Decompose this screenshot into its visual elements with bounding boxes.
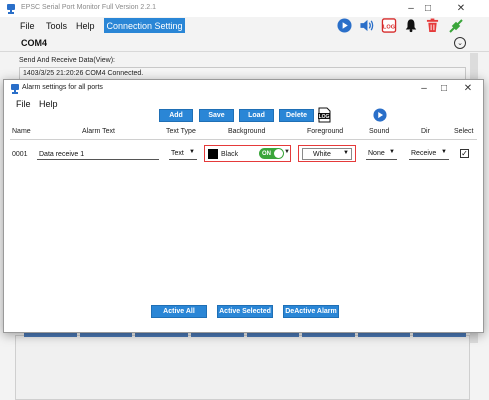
dialog-menu-help[interactable]: Help	[39, 99, 58, 109]
dialog-title-bar: Alarm settings for all ports – □ ✕	[4, 80, 483, 97]
header-divider	[10, 139, 477, 140]
speaker-icon[interactable]	[358, 17, 375, 34]
dialog-play-icon[interactable]	[373, 108, 387, 122]
deactive-alarm-button[interactable]: DeActive Alarm	[283, 305, 339, 318]
dialog-menu-file[interactable]: File	[16, 99, 31, 109]
sound-value: None	[368, 150, 385, 157]
alarm-bell-icon[interactable]	[402, 17, 419, 34]
log-icon[interactable]: LOG	[380, 17, 397, 34]
bottom-strip-button[interactable]	[79, 333, 133, 337]
dialog-close-button[interactable]: ✕	[460, 82, 476, 94]
active-all-button[interactable]: Active All	[151, 305, 207, 318]
alarm-settings-dialog: Alarm settings for all ports – □ ✕ File …	[3, 79, 484, 333]
menu-tools[interactable]: Tools	[46, 21, 67, 31]
bottom-strip-button[interactable]	[24, 333, 77, 337]
trash-icon[interactable]	[424, 17, 441, 34]
bottom-strip-button[interactable]	[357, 333, 411, 337]
log-icon-text: LOG	[382, 24, 395, 30]
background-dropdown-arrow-icon[interactable]: ▼	[284, 149, 290, 155]
save-button[interactable]: Save	[199, 109, 234, 122]
load-button[interactable]: Load	[239, 109, 274, 122]
bottom-strip-button[interactable]	[413, 333, 466, 337]
main-window-title: EPSC Serial Port Monitor Full Version 2.…	[21, 4, 157, 11]
minimize-button[interactable]: –	[403, 2, 419, 14]
background-color-value: Black	[221, 151, 239, 158]
toggle-label: ON	[262, 150, 271, 157]
menu-file[interactable]: File	[20, 21, 35, 31]
select-checkbox[interactable]: ✓	[460, 149, 469, 158]
main-title-bar: EPSC Serial Port Monitor Full Version 2.…	[0, 0, 489, 17]
toggle-knob	[274, 149, 283, 158]
com-header-row	[0, 34, 489, 52]
text-type-value: Text	[171, 150, 184, 157]
connection-plug-icon[interactable]	[447, 17, 464, 34]
dropdown-arrow-icon: ▼	[389, 149, 395, 155]
bottom-strip-button[interactable]	[135, 333, 188, 337]
bottom-strip-button[interactable]	[246, 333, 300, 337]
alarm-text-input[interactable]: Data receive 1	[37, 150, 159, 160]
dialog-title: Alarm settings for all ports	[22, 84, 103, 91]
background-toggle[interactable]: ON	[259, 148, 284, 159]
row-name: 0001	[12, 151, 28, 158]
sound-dropdown[interactable]: None ▼	[366, 148, 397, 160]
col-header-background: Background	[228, 128, 266, 135]
close-button[interactable]: ✕	[453, 2, 469, 14]
bottom-strip-button[interactable]	[302, 333, 355, 337]
dialog-log-icon-text: LOG	[319, 114, 330, 120]
app-logo-icon	[11, 84, 19, 94]
bottom-button-strip	[24, 333, 466, 337]
col-header-sound: Sound	[369, 128, 390, 135]
background-color-swatch[interactable]	[208, 149, 218, 159]
col-header-select: Select	[454, 128, 474, 135]
dropdown-arrow-icon: ▼	[343, 150, 349, 156]
text-type-dropdown[interactable]: Text ▼	[169, 148, 197, 160]
collapse-chevron-icon[interactable]: ⌄	[454, 37, 466, 49]
col-header-foreground: Foreground	[307, 128, 344, 135]
col-header-text-type: Text Type	[166, 128, 196, 135]
send-receive-label: Send And Receive Data(View):	[19, 57, 115, 64]
com-port-label: COM4	[21, 38, 48, 48]
bottom-strip-button[interactable]	[190, 333, 244, 337]
add-button[interactable]: Add	[159, 109, 193, 122]
active-selected-button[interactable]: Active Selected	[217, 305, 273, 318]
dir-value: Receive	[411, 150, 437, 157]
foreground-value: White	[313, 150, 331, 158]
connection-setting-button[interactable]: Connection Setting	[104, 18, 185, 33]
bottom-panel	[15, 335, 470, 400]
dialog-log-icon[interactable]: LOG	[317, 107, 332, 123]
maximize-button[interactable]: □	[420, 2, 436, 14]
dir-dropdown[interactable]: Receive ▼	[409, 148, 449, 160]
play-icon[interactable]	[336, 17, 353, 34]
col-header-alarm-text: Alarm Text	[82, 128, 115, 135]
dialog-maximize-button[interactable]: □	[436, 82, 452, 94]
dropdown-arrow-icon: ▼	[441, 149, 447, 155]
delete-button[interactable]: Delete	[279, 109, 314, 122]
foreground-dropdown[interactable]: White ▼	[302, 148, 352, 160]
dropdown-arrow-icon: ▼	[189, 149, 195, 155]
col-header-name: Name	[12, 128, 31, 135]
app-logo-icon	[7, 4, 15, 14]
log-line: 1403/3/25 21:20:26 COM4 Connected.	[23, 70, 144, 77]
dialog-minimize-button[interactable]: –	[416, 82, 432, 94]
menu-help[interactable]: Help	[76, 21, 95, 31]
col-header-dir: Dir	[421, 128, 430, 135]
